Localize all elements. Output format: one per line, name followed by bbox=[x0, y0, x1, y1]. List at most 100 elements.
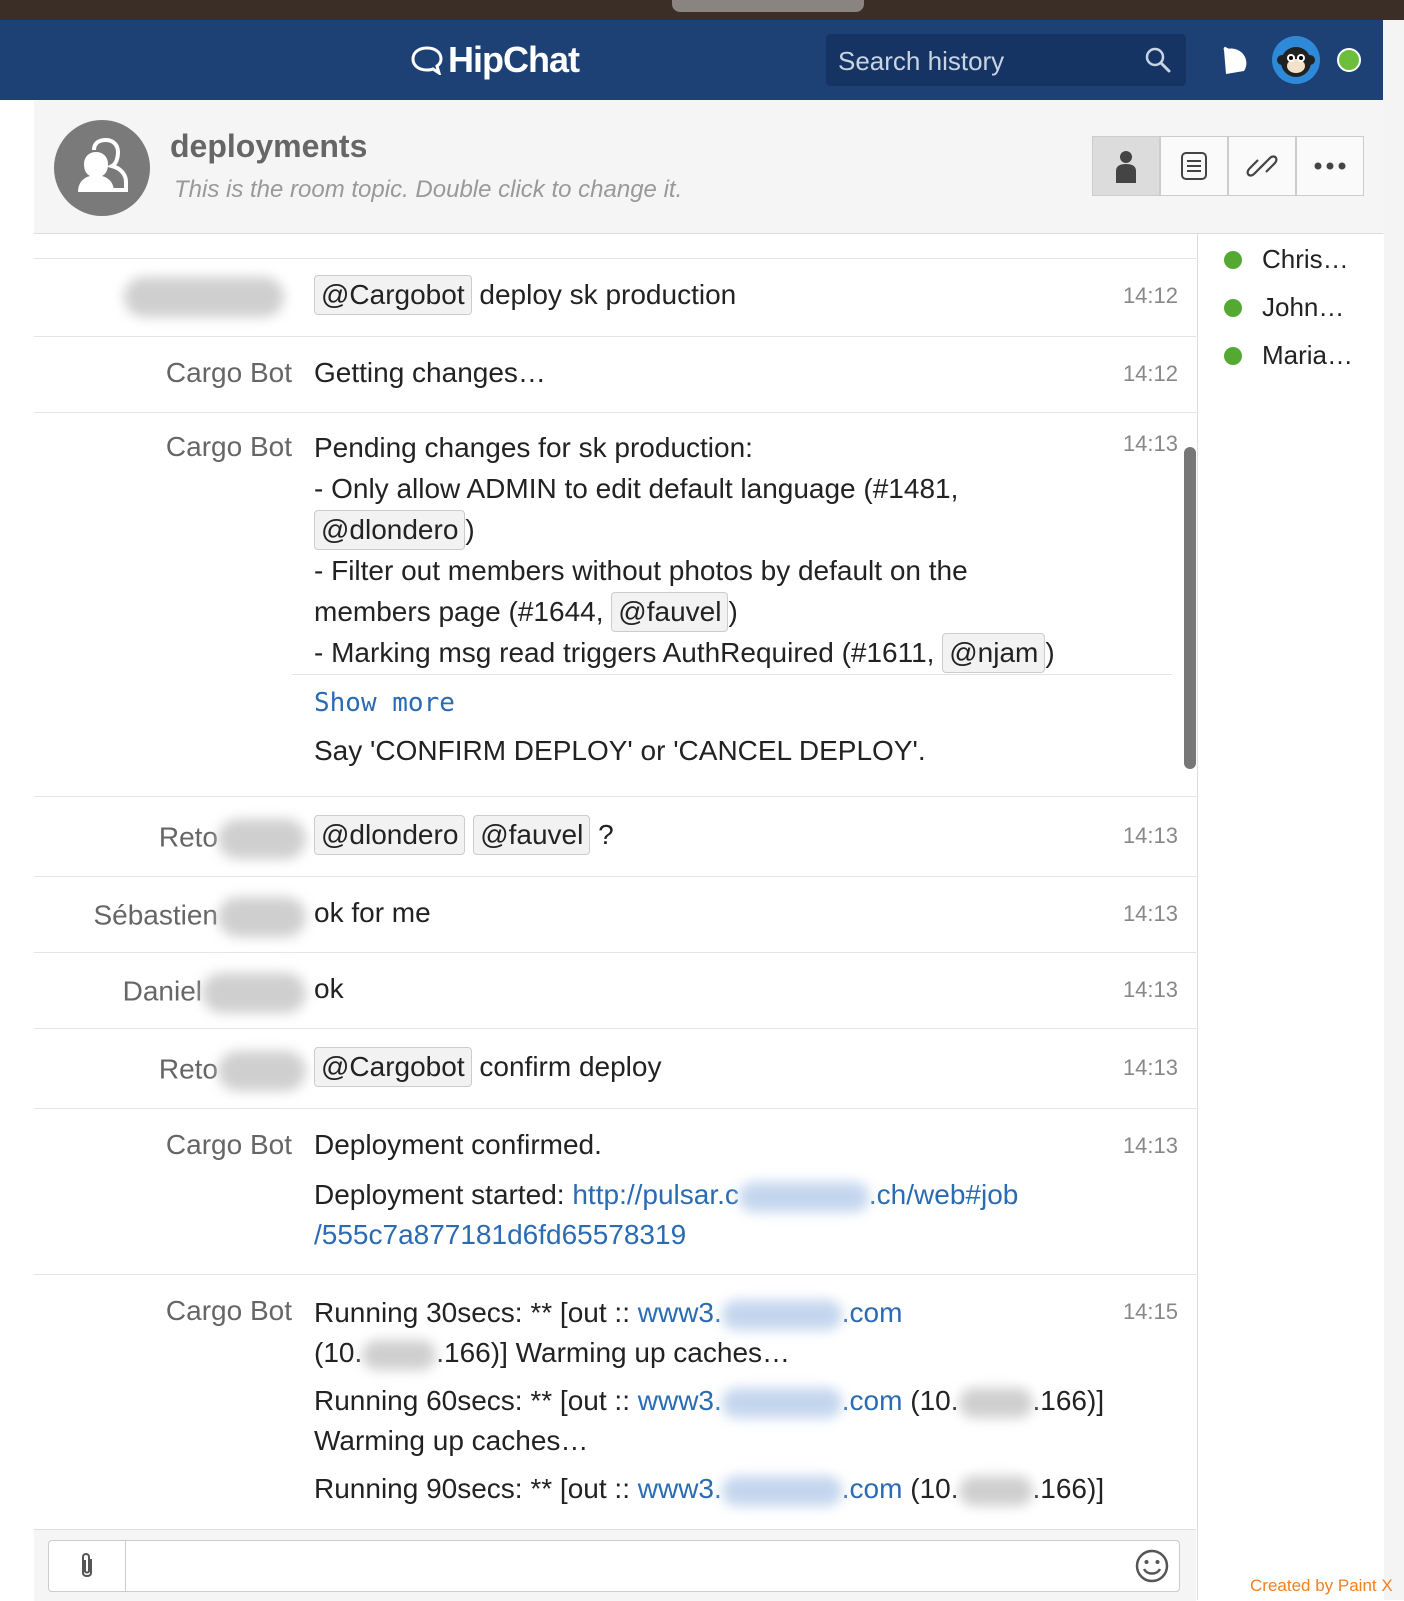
mention-tag[interactable]: @dlondero bbox=[314, 510, 466, 550]
roster-name: Maria… bbox=[1262, 340, 1354, 370]
deployment-link[interactable]: /555c7a877181d6fd65578319 bbox=[314, 1215, 1114, 1255]
host-link[interactable]: .com bbox=[842, 1385, 903, 1416]
message-row: @Cargobot deploy sk production 14:12 bbox=[34, 259, 1196, 337]
message-line: Running 30secs: ** [out :: www3. .com bbox=[314, 1293, 1144, 1333]
notifications-icon[interactable] bbox=[1218, 44, 1252, 78]
message-time: 14:13 bbox=[1122, 1133, 1178, 1158]
paperclip-icon bbox=[82, 1553, 92, 1577]
message-text: deploy sk production bbox=[479, 279, 737, 310]
roster-item[interactable]: Maria… bbox=[1224, 340, 1353, 371]
mention-tag[interactable]: @fauvel bbox=[473, 815, 591, 855]
host-link[interactable]: .com bbox=[842, 1473, 903, 1504]
host-link[interactable]: www3. bbox=[638, 1473, 722, 1504]
divider bbox=[292, 674, 1172, 675]
message-line: - Only allow ADMIN to edit default langu… bbox=[314, 473, 959, 504]
message-line: Warming up caches… bbox=[314, 1425, 589, 1456]
message-text: Getting changes… bbox=[314, 357, 546, 388]
redacted-text bbox=[721, 1299, 842, 1330]
host-link[interactable]: www3. bbox=[638, 1297, 722, 1328]
message-fragment: Deployment started: bbox=[314, 1179, 565, 1210]
document-icon bbox=[1181, 152, 1207, 180]
message-time: 14:13 bbox=[1122, 823, 1178, 848]
window-top-strip bbox=[0, 0, 1404, 20]
message-text: ok bbox=[314, 973, 344, 1004]
message-sender: Cargo Bot bbox=[165, 1295, 292, 1326]
host-link[interactable]: .com bbox=[842, 1297, 903, 1328]
host-link[interactable]: www3. bbox=[638, 1385, 722, 1416]
message-line: Say 'CONFIRM DEPLOY' or 'CANCEL DEPLOY'. bbox=[314, 735, 926, 766]
message-line: members page (#1644, @fauvel) bbox=[314, 591, 1134, 632]
sender-name: Reto bbox=[158, 821, 218, 853]
message-fragment: members page (#1644, bbox=[314, 596, 604, 627]
message-text: confirm deploy bbox=[479, 1051, 662, 1082]
room-avatar bbox=[54, 120, 150, 216]
message-body: @Cargobot confirm deploy bbox=[314, 1047, 1114, 1087]
online-status-icon bbox=[1224, 250, 1242, 269]
chat-scrollbar[interactable] bbox=[1184, 447, 1196, 769]
message-row: Reto @dlondero @fauvel ? 14:13 bbox=[34, 797, 1196, 877]
link-icon bbox=[1246, 155, 1278, 177]
online-status-icon bbox=[1224, 298, 1242, 317]
message-fragment: (10. bbox=[910, 1385, 959, 1416]
roster-name: John… bbox=[1262, 292, 1345, 322]
message-row: Reto @Cargobot confirm deploy 14:13 bbox=[34, 1029, 1196, 1109]
search-icon[interactable] bbox=[1144, 46, 1172, 74]
message-line: @dlondero) bbox=[314, 509, 1134, 550]
message-line: Deployment started: http://pulsar.c .ch/w… bbox=[314, 1175, 1114, 1215]
message-time: 14:12 bbox=[1122, 283, 1178, 308]
deployment-link[interactable]: .ch/web#job bbox=[869, 1179, 1018, 1210]
message-fragment: (10. bbox=[910, 1473, 959, 1504]
person-icon bbox=[1116, 151, 1136, 183]
redacted-surname bbox=[202, 973, 306, 1013]
message-row: Cargo Bot Deployment confirmed. Deployme… bbox=[34, 1109, 1196, 1275]
search-box[interactable] bbox=[826, 34, 1186, 86]
emoticon-icon[interactable] bbox=[1133, 1547, 1171, 1585]
message-sender: Cargo Bot bbox=[165, 1129, 292, 1160]
message-input[interactable] bbox=[135, 1547, 1119, 1587]
room-topic[interactable]: This is the room topic. Double click to … bbox=[174, 176, 682, 204]
mention-tag[interactable]: @Cargobot bbox=[314, 1047, 472, 1087]
ellipsis-icon bbox=[1314, 162, 1346, 170]
top-header: HipChat bbox=[0, 20, 1383, 100]
redacted-text bbox=[721, 1387, 842, 1418]
chat-bubble-icon bbox=[411, 46, 443, 75]
files-button[interactable] bbox=[1160, 136, 1228, 196]
message-line: Deployment confirmed. bbox=[314, 1129, 602, 1160]
message-row: Daniel ok 14:13 bbox=[34, 953, 1196, 1029]
search-input[interactable] bbox=[836, 42, 1140, 80]
more-options-button[interactable] bbox=[1296, 136, 1364, 196]
room-name[interactable]: deployments bbox=[170, 128, 367, 165]
redacted-text bbox=[362, 1339, 437, 1370]
roster-item[interactable]: John… bbox=[1224, 292, 1344, 323]
hipchat-window: HipChat Search history deployments This … bbox=[0, 20, 1384, 1601]
message-body: @dlondero @fauvel ? bbox=[314, 815, 1114, 855]
message-line: Running 90secs: ** [out :: www3. .com (10… bbox=[314, 1469, 1144, 1509]
message-fragment: .166)] bbox=[1032, 1473, 1105, 1504]
links-button[interactable] bbox=[1228, 136, 1296, 196]
attach-button[interactable] bbox=[49, 1541, 126, 1591]
show-more-link[interactable]: Show more bbox=[314, 683, 1114, 723]
members-toggle-button[interactable] bbox=[1092, 136, 1160, 196]
mention-tag[interactable]: @njam bbox=[942, 633, 1046, 673]
message-composer bbox=[34, 1529, 1196, 1601]
message-time: 14:13 bbox=[1122, 431, 1178, 456]
presence-status-icon[interactable] bbox=[1337, 48, 1361, 72]
mention-tag[interactable]: @Cargobot bbox=[314, 275, 472, 315]
message-sender: Reto bbox=[159, 1051, 306, 1091]
message-time: 14:13 bbox=[1122, 977, 1178, 1002]
message-sender: Cargo Bot bbox=[165, 357, 292, 388]
roster-item[interactable]: Chris… bbox=[1224, 244, 1349, 275]
deployment-link[interactable]: http://pulsar.c bbox=[572, 1179, 739, 1210]
user-avatar[interactable] bbox=[1272, 36, 1320, 84]
message-row: Cargo Bot Running 30secs: ** [out :: www… bbox=[34, 1275, 1196, 1529]
message-time: 14:13 bbox=[1122, 1055, 1178, 1080]
window-drag-handle[interactable] bbox=[672, 0, 864, 12]
message-row: Sébastien ok for me 14:13 bbox=[34, 877, 1196, 953]
redacted-surname bbox=[218, 1051, 306, 1091]
message-input-box bbox=[48, 1540, 1180, 1592]
redacted-surname bbox=[218, 897, 306, 937]
sender-name: Sébastien bbox=[93, 899, 218, 931]
mention-tag[interactable]: @fauvel bbox=[611, 592, 729, 632]
mention-tag[interactable]: @dlondero bbox=[314, 815, 466, 855]
redacted-text bbox=[958, 1387, 1033, 1418]
